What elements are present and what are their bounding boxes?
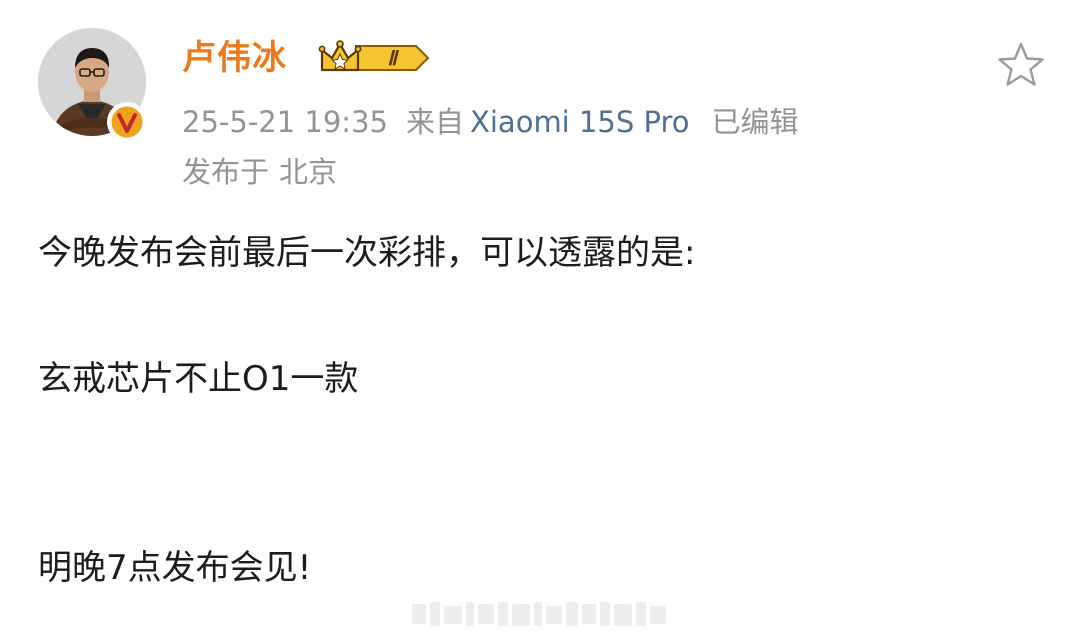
username[interactable]: 卢伟冰 [182,33,287,83]
edited-label[interactable]: 已编辑 [712,105,799,139]
post-text-line: 明晚7点发布会见! [38,548,312,588]
crown-icon: Ⅱ [318,40,430,72]
post-location: 发布于 北京 [182,150,337,194]
source-prefix: 来自 [405,105,464,139]
vip-level-badge[interactable]: Ⅱ [318,38,430,78]
post-meta: 25-5-21 19:35 来自 Xiaomi 15S Pro 已编辑 [182,100,799,144]
post-text-line: 今晚发布会前最后一次彩排，可以透露的是: [38,233,696,273]
favorite-button[interactable] [996,40,1046,90]
post-text-line: 玄戒芯片不止O1一款 [38,359,359,399]
post-timestamp: 25-5-21 19:35 [182,105,388,139]
location-city: 北京 [279,155,338,189]
verified-v-icon [107,102,147,142]
device-source-link[interactable]: Xiaomi 15S Pro [470,105,690,139]
star-outline-icon [998,42,1044,86]
location-prefix: 发布于 [182,155,270,189]
watermark [412,598,668,630]
